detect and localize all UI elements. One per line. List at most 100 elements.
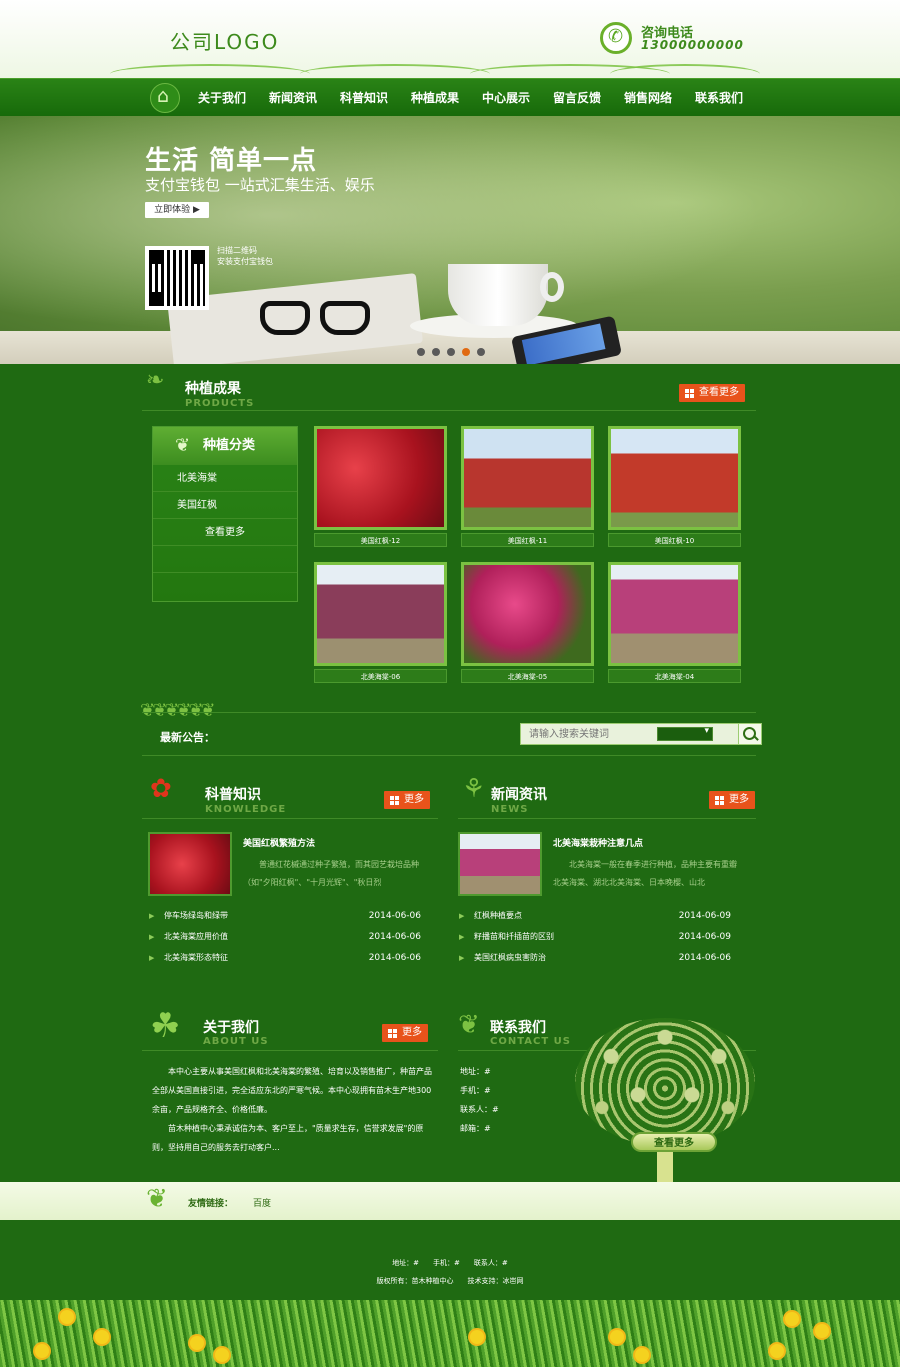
category-more-link[interactable]: 查看更多 xyxy=(153,519,297,546)
list-item[interactable]: ▶ 红枫种植要点 2014-06-09 xyxy=(459,906,731,926)
phone-number: 13000000000 xyxy=(641,38,744,52)
nav-item-contact[interactable]: 联系我们 xyxy=(695,79,766,117)
product-caption[interactable]: 北美海棠-04 xyxy=(608,669,741,683)
nav-item-results[interactable]: 种植成果 xyxy=(411,79,482,117)
search-box xyxy=(520,723,742,745)
product-caption[interactable]: 北美海棠-05 xyxy=(461,669,594,683)
friend-link[interactable]: 百度 xyxy=(253,1196,271,1209)
notice-label: 最新公告： xyxy=(160,731,215,744)
product-card[interactable]: 美国红枫-11 xyxy=(461,426,594,547)
list-item[interactable]: ▶ 籽播苗和扦插苗的区别 2014-06-09 xyxy=(459,927,731,947)
products-more-button[interactable]: 查看更多 xyxy=(679,384,745,402)
list-item-title[interactable]: 籽播苗和扦插苗的区别 xyxy=(474,927,554,947)
bullet-icon: ▶ xyxy=(149,933,155,941)
slider-dot-active[interactable] xyxy=(462,348,470,356)
knowledge-thumbnail[interactable] xyxy=(148,832,232,896)
flower-decoration xyxy=(610,1330,624,1344)
search-input[interactable] xyxy=(521,724,655,744)
slider-dot[interactable] xyxy=(417,348,425,356)
list-item-title[interactable]: 北美海棠应用价值 xyxy=(164,927,228,947)
list-item[interactable]: ▶ 北美海棠应用价值 2014-06-06 xyxy=(149,927,421,947)
list-item-date: 2014-06-06 xyxy=(368,932,421,942)
qr-caption-line2: 安装支付宝钱包 xyxy=(217,257,273,266)
product-photo[interactable] xyxy=(314,426,447,530)
about-more-button[interactable]: 更多 xyxy=(382,1024,428,1042)
product-card[interactable]: 北美海棠-04 xyxy=(608,562,741,683)
list-item[interactable]: ▶ 美国红枫病虫害防治 2014-06-06 xyxy=(459,948,731,968)
product-photo[interactable] xyxy=(314,562,447,666)
news-more-button[interactable]: 更多 xyxy=(709,791,755,809)
banner-title: 生活 简单一点 xyxy=(145,146,318,176)
grass-decoration xyxy=(0,1300,900,1367)
bullet-icon: ▶ xyxy=(459,954,465,962)
knowledge-feature-title[interactable]: 美国红枫繁殖方法 xyxy=(243,836,315,849)
footer-copyright-line: 版权所有：苗木种植中心 技术支持：冰岜网 xyxy=(376,1277,524,1285)
product-card[interactable]: 美国红枫-10 xyxy=(608,426,741,547)
glasses-image xyxy=(258,291,378,341)
about-paragraph: 苗木种植中心秉承诚信为本、客户至上，"质量求生存，信誉求发展"的原则，坚持用自己… xyxy=(152,1124,424,1152)
friend-links-bar: ❦ 友情链接： 百度 xyxy=(0,1182,900,1220)
list-item-title[interactable]: 美国红枫病虫害防治 xyxy=(474,948,546,968)
product-card[interactable]: 北美海棠-05 xyxy=(461,562,594,683)
vine-decoration xyxy=(610,64,760,84)
category-item[interactable]: 北美海棠 xyxy=(153,465,297,492)
products-title: 种植成果 xyxy=(185,381,241,397)
contact-address: 地址：# xyxy=(460,1067,491,1076)
list-item-date: 2014-06-09 xyxy=(678,911,731,921)
flower-decoration xyxy=(785,1312,799,1326)
slider-dot[interactable] xyxy=(432,348,440,356)
product-caption[interactable]: 北美海棠-06 xyxy=(314,669,447,683)
product-photo[interactable] xyxy=(461,562,594,666)
contact-email: 邮箱：# xyxy=(460,1124,491,1133)
footer-contact-line: 地址：# 手机：# 联系人：# xyxy=(392,1259,508,1267)
site-logo[interactable]: 公司LOGO xyxy=(170,26,279,55)
flower-decoration xyxy=(215,1348,229,1362)
flower-decoration xyxy=(470,1330,484,1344)
vine-decoration xyxy=(110,64,310,84)
product-caption[interactable]: 美国红枫-11 xyxy=(461,533,594,547)
news-thumbnail[interactable] xyxy=(458,832,542,896)
nav-item-feedback[interactable]: 留言反馈 xyxy=(553,79,624,117)
search-category-select[interactable] xyxy=(657,726,713,741)
contact-person: 联系人：# xyxy=(460,1105,499,1114)
flower-decoration xyxy=(35,1344,49,1358)
product-caption[interactable]: 美国红枫-12 xyxy=(314,533,447,547)
nav-item-sales[interactable]: 销售网络 xyxy=(624,79,695,117)
product-card[interactable]: 北美海棠-06 xyxy=(314,562,447,683)
news-title-en: NEWS xyxy=(491,804,529,815)
list-item-title[interactable]: 红枫种植要点 xyxy=(474,906,522,926)
product-card[interactable]: 美国红枫-12 xyxy=(314,426,447,547)
slider-dot[interactable] xyxy=(477,348,485,356)
leaf-icon: ❧ xyxy=(146,368,165,393)
product-photo[interactable] xyxy=(461,426,594,530)
slider-dot[interactable] xyxy=(447,348,455,356)
news-title: 新闻资讯 xyxy=(491,787,547,803)
nav-item-news[interactable]: 新闻资讯 xyxy=(269,79,340,117)
product-photo[interactable] xyxy=(608,426,741,530)
banner-subtitle: 支付宝钱包 一站式汇集生活、娱乐 xyxy=(145,176,375,194)
about-title-en: ABOUT US xyxy=(203,1036,269,1047)
home-icon[interactable] xyxy=(150,83,180,113)
product-photo[interactable] xyxy=(608,562,741,666)
divider xyxy=(142,818,438,819)
list-item-title[interactable]: 北美海棠形态特征 xyxy=(164,948,228,968)
contact-more-button[interactable]: 查看更多 xyxy=(631,1132,717,1152)
try-now-button[interactable]: 立即体验 ▶ xyxy=(145,202,209,218)
bamboo-icon: ⚘ xyxy=(462,774,486,804)
category-panel: 种植分类 北美海棠 美国红枫 查看更多 xyxy=(152,426,298,602)
about-text: 本中心主要从事美国红枫和北美海棠的繁殖、培育以及销售推广，种苗产品全部从美国直接… xyxy=(152,1062,432,1157)
nav-item-showcase[interactable]: 中心展示 xyxy=(482,79,553,117)
list-item[interactable]: ▶ 北美海棠形态特征 2014-06-06 xyxy=(149,948,421,968)
list-item-title[interactable]: 停车场绿岛和绿带 xyxy=(164,906,228,926)
knowledge-more-button[interactable]: 更多 xyxy=(384,791,430,809)
search-icon[interactable] xyxy=(738,723,762,745)
list-item[interactable]: ▶ 停车场绿岛和绿带 2014-06-06 xyxy=(149,906,421,926)
nav-item-knowledge[interactable]: 科普知识 xyxy=(340,79,411,117)
clover-icon: ☘ xyxy=(150,1006,181,1046)
category-item[interactable]: 美国红枫 xyxy=(153,492,297,519)
product-caption[interactable]: 美国红枫-10 xyxy=(608,533,741,547)
leaf-icon: ❦ xyxy=(458,1010,480,1040)
news-feature-title[interactable]: 北美海棠栽种注意几点 xyxy=(553,836,643,849)
slider-dots xyxy=(417,348,485,356)
nav-item-about[interactable]: 关于我们 xyxy=(198,79,269,117)
